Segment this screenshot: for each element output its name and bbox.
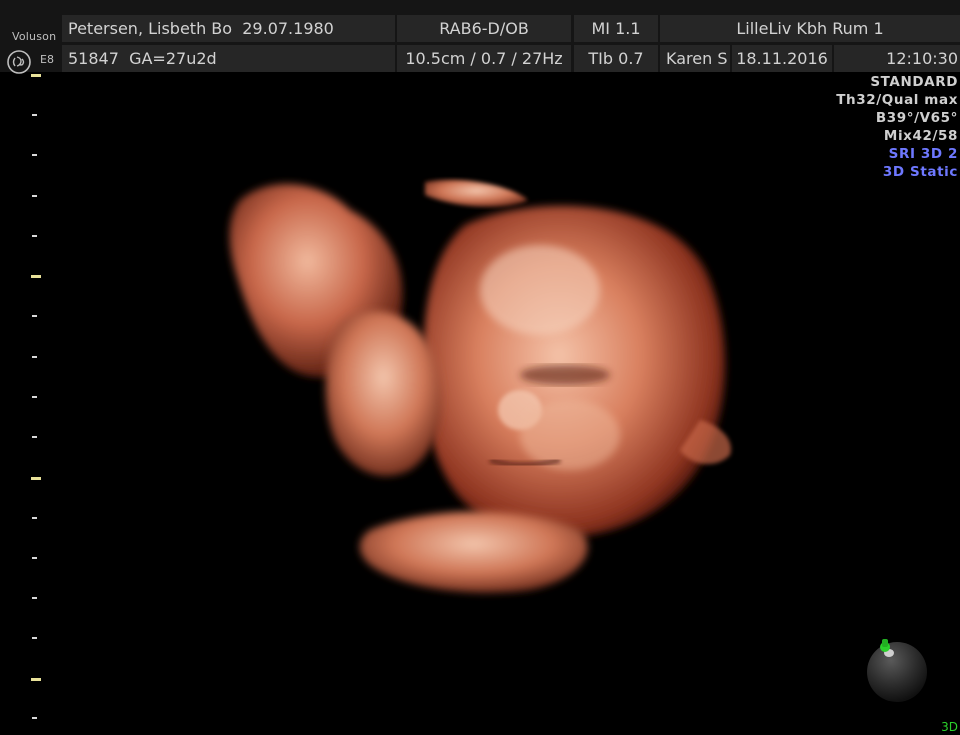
patient-name-cell: Petersen, Lisbeth Bo 29.07.1980 [62, 15, 395, 42]
scale-tick [32, 315, 37, 317]
scale-tick [32, 396, 37, 398]
scale-tick [32, 517, 37, 519]
brand-name: Voluson [12, 30, 57, 43]
scale-tick [32, 154, 37, 156]
mode-3d-badge: 3D [941, 720, 958, 734]
scale-tick [32, 717, 37, 719]
scale-tick-major [31, 275, 41, 278]
probe-cell: RAB6-D/OB [397, 15, 571, 42]
scale-tick-major [31, 477, 41, 480]
scale-tick [32, 597, 37, 599]
param-sri: SRI 3D 2 [888, 146, 958, 162]
scale-tick [32, 637, 37, 639]
scale-tick [32, 557, 37, 559]
gestational-age: GA=27u2d [129, 49, 217, 68]
patient-id-cell: 51847 GA=27u2d [62, 45, 395, 72]
render-lower-limb [359, 511, 588, 593]
location-cell: LilleLiv Kbh Rum 1 [660, 15, 960, 42]
mi-cell: MI 1.1 [574, 15, 658, 42]
date-cell: 18.11.2016 [732, 45, 832, 72]
scale-tick [32, 235, 37, 237]
param-mix: Mix42/58 [883, 128, 958, 144]
scale-tick [32, 114, 37, 116]
ge-logo-icon [7, 50, 31, 74]
patient-id: 51847 [68, 49, 119, 68]
param-mode: 3D Static [882, 164, 958, 180]
render-cheek-highlight [520, 400, 620, 470]
parameter-panel: STANDARD Th32/Qual max B39°/V65° Mix42/5… [836, 73, 958, 181]
scale-tick [32, 195, 37, 197]
model-name: E8 [40, 53, 54, 66]
header-bar: Voluson E8 Petersen, Lisbeth Bo 29.07.19… [0, 0, 960, 74]
scale-tick-major [31, 678, 41, 681]
param-quality: Th32/Qual max [836, 92, 958, 108]
render-top-fragment [425, 179, 528, 207]
operator-cell: Karen S [660, 45, 730, 72]
depth-params-cell: 10.5cm / 0.7 / 27Hz [397, 45, 571, 72]
depth-scale [0, 72, 60, 735]
time-cell: 12:10:30 [834, 45, 960, 72]
patient-name: Petersen, Lisbeth Bo [68, 19, 233, 38]
render-forehead-highlight [480, 245, 600, 335]
brand-box: Voluson E8 [0, 14, 62, 74]
3d-fetal-render[interactable] [210, 170, 770, 610]
param-angles: B39°/V65° [875, 110, 958, 126]
scale-tick [32, 356, 37, 358]
scale-tick [32, 436, 37, 438]
render-arm [325, 311, 442, 476]
render-eye-shadow [520, 365, 610, 385]
tib-cell: TIb 0.7 [574, 45, 658, 72]
scale-tick-major [31, 74, 41, 77]
patient-dob: 29.07.1980 [242, 19, 334, 38]
param-preset: STANDARD [870, 74, 958, 90]
orientation-sphere-icon[interactable] [865, 637, 929, 703]
